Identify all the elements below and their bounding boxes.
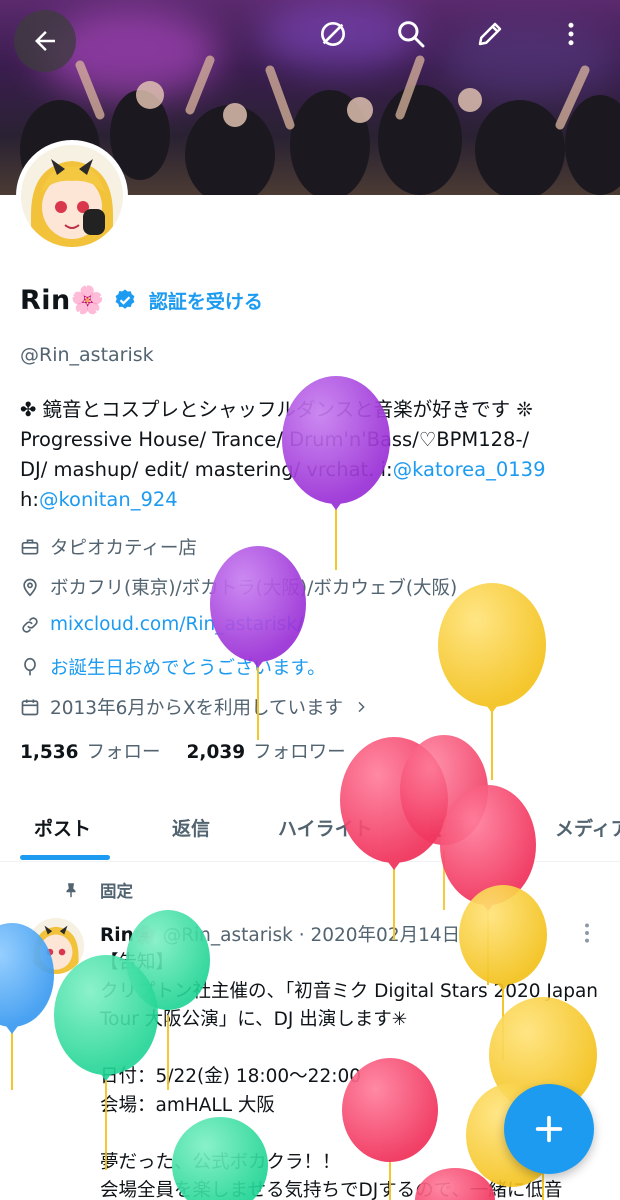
profile-handle: @Rin_astarisk bbox=[20, 344, 154, 366]
get-verified-link[interactable]: 認証を受ける bbox=[149, 287, 263, 314]
profile-avatar[interactable] bbox=[16, 140, 128, 252]
more-vertical-icon bbox=[568, 22, 574, 46]
back-arrow-icon bbox=[35, 31, 55, 51]
profile-job-row: タピオカティー店 bbox=[20, 534, 197, 560]
hide-balloons-icon bbox=[321, 22, 345, 46]
following-label: フォロー bbox=[86, 742, 161, 763]
active-tab-indicator bbox=[20, 855, 110, 860]
profile-joined: 2013年6月からXを利用しています bbox=[50, 698, 343, 719]
bio-text: h: bbox=[20, 488, 39, 511]
back-button[interactable] bbox=[14, 10, 76, 72]
location-pin-icon bbox=[23, 578, 37, 597]
tab-highlights[interactable]: ハイライト bbox=[278, 814, 373, 841]
bio-line: Progressive House/ Trance/ Drum'n'Bass/♡… bbox=[20, 428, 530, 451]
post-author-avatar[interactable] bbox=[28, 918, 84, 974]
search-icon bbox=[398, 21, 425, 48]
edit-button[interactable] bbox=[463, 7, 517, 61]
more-vertical-icon bbox=[585, 923, 589, 943]
tab-replies[interactable]: 返信 bbox=[172, 814, 210, 841]
more-button[interactable] bbox=[544, 7, 598, 61]
calendar-icon bbox=[21, 699, 39, 716]
chevron-right-icon bbox=[358, 701, 365, 713]
profile-birthday-row: お誕生日おめでとうございます。 bbox=[20, 654, 326, 680]
profile-name-row: Rin🌸 認証を受ける bbox=[20, 284, 263, 316]
profile-location-row: ボカフリ(東京)/ボカトラ(大阪)/ボカウェブ(大阪) bbox=[20, 574, 457, 600]
profile-joined-row[interactable]: 2013年6月からXを利用しています bbox=[20, 694, 369, 720]
hide-balloons-button[interactable] bbox=[306, 7, 360, 61]
following-stat[interactable]: 1,536 フォロー bbox=[20, 738, 161, 764]
bio-line: ✤ 鏡音とコスプレとシャッフルダンスと音楽が好きです ❊ bbox=[20, 398, 533, 421]
verified-badge-icon bbox=[115, 289, 135, 309]
balloon bbox=[438, 583, 546, 780]
link-icon bbox=[22, 616, 38, 633]
profile-tabs: ポスト 返信 ハイライト 記事 メディア bbox=[0, 800, 620, 862]
profile-website-link[interactable]: mixcloud.com/Rin_astarisk/ bbox=[50, 614, 303, 635]
post-handle-date: @Rin_astarisk · 2020年02月14日 bbox=[162, 925, 461, 946]
compose-plus-icon bbox=[535, 1115, 563, 1143]
pinned-indicator: 固定 bbox=[62, 878, 133, 902]
profile-job: タピオカティー店 bbox=[50, 538, 197, 559]
post-author-name[interactable]: Rin🌸 bbox=[100, 925, 157, 946]
profile-name: Rin🌸 bbox=[20, 285, 105, 316]
search-button[interactable] bbox=[384, 7, 438, 61]
edit-icon bbox=[478, 22, 502, 46]
following-count: 1,536 bbox=[20, 742, 79, 763]
profile-location: ボカフリ(東京)/ボカトラ(大阪)/ボカウェブ(大阪) bbox=[50, 578, 458, 599]
followers-count: 2,039 bbox=[186, 742, 246, 763]
profile-website-row: mixcloud.com/Rin_astarisk/ bbox=[20, 614, 303, 635]
mention-link[interactable]: @katorea_0139 bbox=[393, 458, 546, 481]
bio-text: DJ/ mashup/ edit/ mastering/ vrchat. i: bbox=[20, 458, 393, 481]
follow-stats: 1,536 フォロー 2,039 フォロワー bbox=[20, 738, 346, 764]
avatar-illustration bbox=[21, 145, 123, 247]
mention-link[interactable]: @konitan_924 bbox=[39, 488, 178, 511]
bio-line: h:@konitan_924 bbox=[20, 485, 600, 515]
profile-birthday[interactable]: お誕生日おめでとうございます。 bbox=[50, 654, 326, 680]
pinned-label: 固定 bbox=[100, 882, 133, 901]
post-more-button[interactable] bbox=[578, 920, 596, 950]
tab-articles[interactable]: 記事 bbox=[428, 814, 466, 841]
tab-posts[interactable]: ポスト bbox=[34, 814, 91, 841]
followers-label: フォロワー bbox=[253, 742, 346, 763]
pin-icon bbox=[66, 883, 76, 898]
compose-button[interactable] bbox=[504, 1084, 594, 1174]
avatar-illustration bbox=[28, 918, 84, 974]
bio-line: DJ/ mashup/ edit/ mastering/ vrchat. i:@… bbox=[20, 455, 600, 485]
briefcase-icon bbox=[21, 539, 39, 555]
followers-stat[interactable]: 2,039 フォロワー bbox=[187, 738, 346, 764]
profile-bio: ✤ 鏡音とコスプレとシャッフルダンスと音楽が好きです ❊ Progressive… bbox=[20, 395, 600, 515]
tab-media[interactable]: メディア bbox=[555, 814, 620, 841]
post-header: Rin🌸 @Rin_astarisk · 2020年02月14日 bbox=[100, 921, 460, 947]
balloon-icon bbox=[24, 657, 36, 676]
